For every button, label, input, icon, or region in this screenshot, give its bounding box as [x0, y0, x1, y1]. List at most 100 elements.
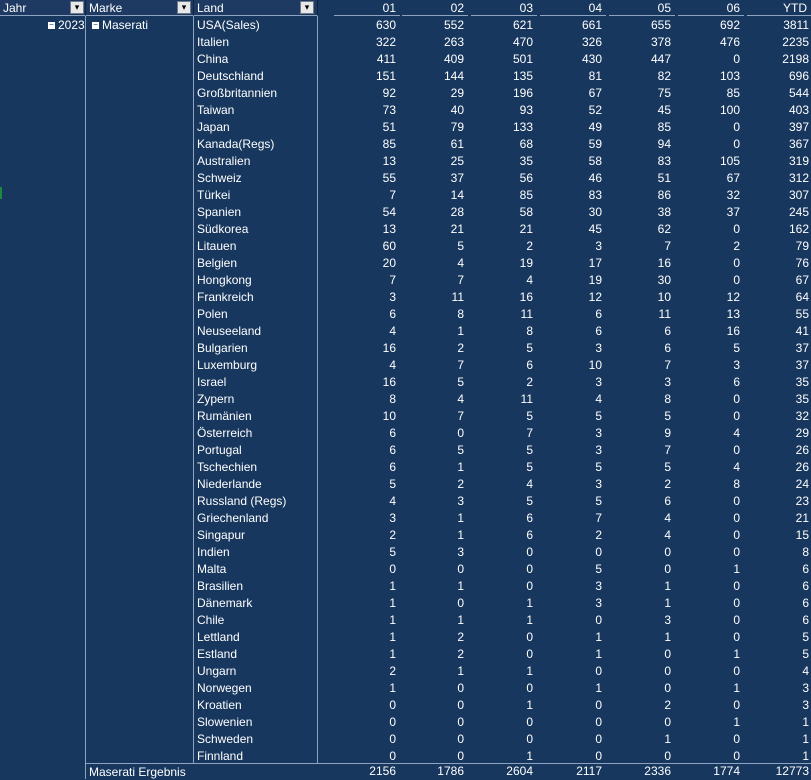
filter-icon[interactable]: ▾	[177, 1, 191, 14]
column-header[interactable]: YTD	[747, 0, 811, 16]
land-cell[interactable]: Singapur	[194, 527, 316, 544]
value-cell: 6	[802, 579, 809, 593]
value-cell: 45	[588, 222, 602, 236]
value-cell: 85	[657, 120, 671, 134]
value-cell: 0	[733, 579, 740, 593]
value-cell: 0	[526, 630, 533, 644]
value-cell: 0	[457, 698, 464, 712]
filter-icon[interactable]: ▾	[300, 1, 314, 14]
land-cell[interactable]: Belgien	[194, 255, 316, 272]
land-cell[interactable]: Israel	[194, 374, 316, 391]
land-cell[interactable]: Großbritannien	[194, 85, 316, 102]
value-cell: 2	[526, 239, 533, 253]
field-header-land[interactable]: Land ▾	[194, 0, 318, 16]
field-header-marke[interactable]: Marke ▾	[86, 0, 194, 16]
value-cell: 2	[457, 477, 464, 491]
value-cell: 86	[657, 188, 671, 202]
land-cell[interactable]: Portugal	[194, 442, 316, 459]
collapse-icon[interactable]: −	[48, 21, 55, 30]
value-cell: 4	[389, 358, 396, 372]
land-cell[interactable]: Italien	[194, 34, 316, 51]
land-cell[interactable]: Brasilien	[194, 578, 316, 595]
land-cell[interactable]: Griechenland	[194, 510, 316, 527]
value-cell: 4	[457, 256, 464, 270]
value-cell: 6	[664, 341, 671, 355]
value-cell: 35	[795, 375, 809, 389]
land-cell[interactable]: Türkei	[194, 187, 316, 204]
land-cell[interactable]: Taiwan	[194, 102, 316, 119]
value-cell: 73	[382, 103, 396, 117]
land-cell[interactable]: Slowenien	[194, 714, 316, 731]
column-header[interactable]: 06	[678, 0, 744, 16]
value-cell: 2	[664, 477, 671, 491]
land-cell[interactable]: Frankreich	[194, 289, 316, 306]
land-cell[interactable]: Bulgarien	[194, 340, 316, 357]
value-cell: 5	[389, 477, 396, 491]
column-header[interactable]: 03	[471, 0, 537, 16]
land-cell[interactable]: Luxemburg	[194, 357, 316, 374]
value-cell: 3	[457, 494, 464, 508]
value-cell: 2	[526, 375, 533, 389]
land-cell[interactable]: Spanien	[194, 204, 316, 221]
land-cell[interactable]: Litauen	[194, 238, 316, 255]
land-cell[interactable]: Chile	[194, 612, 316, 629]
land-cell[interactable]: Australien	[194, 153, 316, 170]
year-cell[interactable]: −2023	[48, 17, 85, 34]
land-cell[interactable]: Ungarn	[194, 663, 316, 680]
land-cell[interactable]: Niederlande	[194, 476, 316, 493]
land-cell[interactable]: China	[194, 51, 316, 68]
column-header[interactable]: 04	[540, 0, 606, 16]
value-cell: 68	[519, 137, 533, 151]
field-header-jahr[interactable]: Jahr ▾	[0, 0, 86, 16]
column-header[interactable]: 01	[334, 0, 400, 16]
value-cell: 2	[389, 664, 396, 678]
value-cell: 0	[457, 596, 464, 610]
value-cell: 15	[795, 528, 809, 542]
collapse-icon[interactable]: −	[92, 21, 99, 30]
land-cell[interactable]: Kroatien	[194, 697, 316, 714]
value-cell: 5	[802, 630, 809, 644]
column-header[interactable]: 02	[402, 0, 468, 16]
filter-icon[interactable]: ▾	[70, 1, 84, 14]
value-cell: 0	[595, 664, 602, 678]
land-cell[interactable]: Neuseeland	[194, 323, 316, 340]
land-cell[interactable]: Russland (Regs)	[194, 493, 316, 510]
value-cell: 5	[389, 545, 396, 559]
land-cell[interactable]: Schweiz	[194, 170, 316, 187]
value-cell: 51	[382, 120, 396, 134]
land-cell[interactable]: USA(Sales)	[194, 17, 316, 34]
brand-cell[interactable]: − Maserati	[92, 17, 148, 34]
land-cell[interactable]: Malta	[194, 561, 316, 578]
land-cell[interactable]: Lettland	[194, 629, 316, 646]
value-cell: 0	[733, 698, 740, 712]
value-cell: 6	[802, 613, 809, 627]
land-cell[interactable]: Deutschland	[194, 68, 316, 85]
value-cell: 0	[457, 681, 464, 695]
land-cell[interactable]: Hongkong	[194, 272, 316, 289]
land-cell[interactable]: Dänemark	[194, 595, 316, 612]
land-cell[interactable]: Kanada(Regs)	[194, 136, 316, 153]
land-cell[interactable]: Tschechien	[194, 459, 316, 476]
land-cell[interactable]: Indien	[194, 544, 316, 561]
land-cell[interactable]: Südkorea	[194, 221, 316, 238]
value-cell: 16	[382, 341, 396, 355]
value-cell: 1	[802, 732, 809, 746]
column-header[interactable]: 05	[609, 0, 675, 16]
value-cell: 3	[457, 545, 464, 559]
land-cell[interactable]: Österreich	[194, 425, 316, 442]
value-cell: 32	[795, 409, 809, 423]
value-cell: 430	[581, 52, 602, 66]
land-cell[interactable]: Norwegen	[194, 680, 316, 697]
land-cell[interactable]: Zypern	[194, 391, 316, 408]
value-cell: 2235	[782, 35, 809, 49]
land-cell[interactable]: Rumänien	[194, 408, 316, 425]
value-cell: 85	[726, 86, 740, 100]
land-cell[interactable]: Japan	[194, 119, 316, 136]
land-cell[interactable]: Schweden	[194, 731, 316, 748]
total-value-cell: 2156	[369, 764, 396, 778]
value-cell: 5	[595, 562, 602, 576]
land-cell[interactable]: Estland	[194, 646, 316, 663]
land-cell[interactable]: Polen	[194, 306, 316, 323]
value-cell: 9	[664, 426, 671, 440]
value-cell: 8	[802, 545, 809, 559]
